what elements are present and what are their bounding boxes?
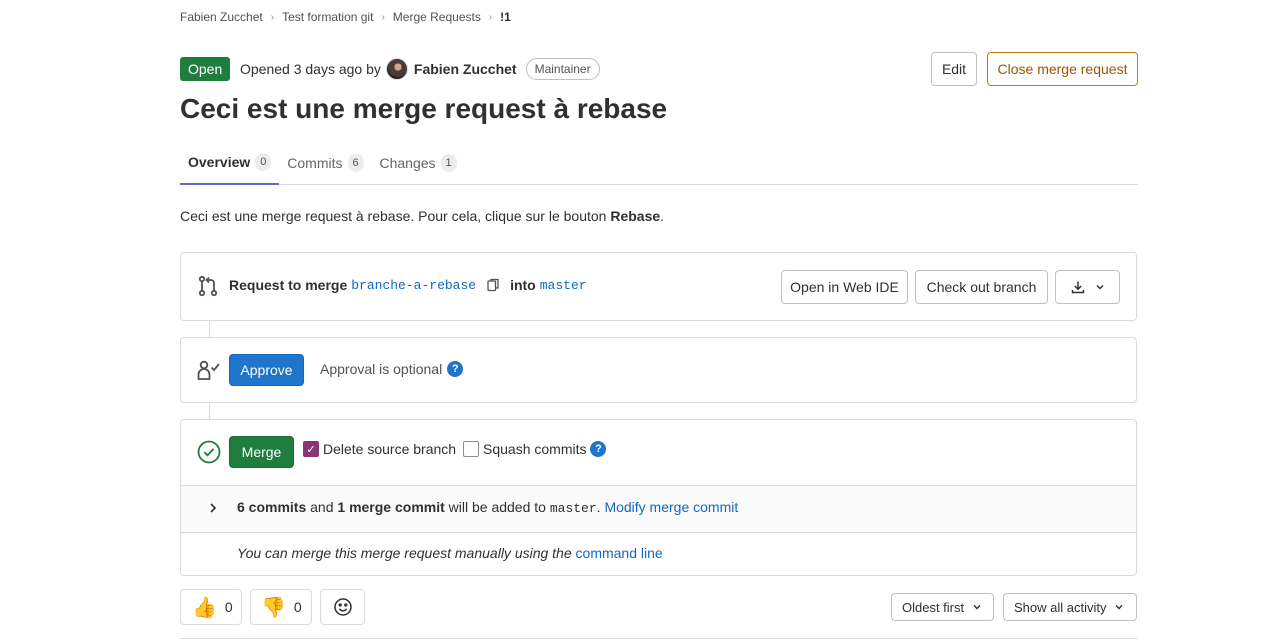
tab-label: Changes: [379, 155, 436, 171]
thumbs-down-count: 0: [293, 599, 302, 615]
dot-text: .: [596, 499, 601, 515]
modify-merge-commit-link[interactable]: Modify merge commit: [604, 499, 738, 515]
opened-text: Opened 3 days ago by: [240, 61, 381, 77]
thumbs-up-count: 0: [224, 599, 233, 615]
chevron-down-icon: [1115, 604, 1124, 610]
target-branch-link[interactable]: master: [540, 278, 587, 293]
download-icon: [1071, 281, 1084, 294]
breadcrumb-item-project[interactable]: Test formation git: [282, 10, 373, 24]
breadcrumb-item-namespace[interactable]: Fabien Zucchet: [180, 10, 263, 24]
open-web-ide-button[interactable]: Open in Web IDE: [781, 270, 908, 304]
squash-commits-checkbox[interactable]: [463, 441, 479, 457]
command-line-link[interactable]: command line: [576, 545, 663, 561]
tab-count-badge: 0: [255, 153, 272, 171]
approval-icon: [197, 360, 220, 380]
manual-merge-text: You can merge this merge request manuall…: [237, 545, 572, 561]
delete-source-branch-option[interactable]: ✓ Delete source branch: [303, 440, 456, 458]
manual-merge-hint: You can merge this merge request manuall…: [237, 545, 663, 561]
breadcrumb-item-mr-id[interactable]: !1: [500, 10, 511, 24]
avatar[interactable]: [385, 58, 408, 80]
smiley-icon: [333, 598, 352, 616]
author-name[interactable]: Fabien Zucchet: [414, 61, 517, 77]
connector-line: [209, 321, 210, 337]
chevron-right-icon: ›: [381, 11, 385, 23]
sort-order-label: Oldest first: [902, 599, 965, 615]
thumbs-down-icon: 👎: [261, 595, 286, 619]
role-badge: Maintainer: [525, 58, 600, 80]
copy-icon[interactable]: [486, 278, 500, 292]
request-to-merge-label: Request to merge: [229, 277, 348, 293]
divider: [180, 638, 1137, 639]
page-title: Ceci est une merge request à rebase: [180, 93, 668, 124]
thumbs-down-button[interactable]: 👎 0: [250, 589, 312, 625]
chevron-right-icon: ›: [488, 11, 493, 23]
approval-optional-text: Approval is optional: [320, 361, 443, 377]
target-branch: master: [549, 501, 597, 516]
check-out-branch-button[interactable]: Check out branch: [915, 270, 1048, 304]
chevron-down-icon: [973, 604, 981, 610]
and-text: and: [310, 499, 334, 515]
thumbs-up-button[interactable]: 👍 0: [180, 589, 242, 625]
thumbs-up-icon: 👍: [192, 595, 217, 619]
added-to-text: will be added to: [448, 499, 546, 515]
question-mark-icon[interactable]: ?: [590, 441, 607, 457]
tab-overview[interactable]: Overview 0: [180, 141, 280, 185]
tab-count-badge: 6: [347, 154, 364, 172]
tab-label: Overview: [188, 154, 251, 170]
description-text: Ceci est une merge request à rebase. Pou…: [180, 208, 611, 224]
breadcrumb: Fabien Zucchet › Test formation git › Me…: [180, 9, 511, 25]
delete-source-branch-label: Delete source branch: [323, 441, 457, 457]
merge-button[interactable]: Merge: [229, 436, 294, 468]
tab-changes[interactable]: Changes 1: [372, 141, 465, 185]
squash-commits-option[interactable]: Squash commits ?: [463, 440, 607, 458]
mr-description: Ceci est une merge request à rebase. Pou…: [180, 208, 664, 224]
close-merge-request-button[interactable]: Close merge request: [987, 52, 1138, 86]
delete-source-branch-checkbox[interactable]: ✓: [303, 441, 319, 457]
tab-commits[interactable]: Commits 6: [279, 141, 371, 185]
edit-button[interactable]: Edit: [931, 52, 977, 86]
breadcrumb-item-merge-requests[interactable]: Merge Requests: [393, 10, 481, 24]
tabs: Overview 0 Commits 6 Changes 1: [180, 141, 1138, 185]
activity-filter-dropdown[interactable]: Show all activity: [1003, 593, 1137, 621]
description-bold: Rebase: [610, 208, 661, 224]
check-circle-icon: [197, 440, 221, 464]
merge-request-icon: [198, 275, 218, 297]
chevron-right-icon: ›: [270, 11, 275, 23]
add-reaction-button[interactable]: [320, 589, 365, 625]
chevron-down-icon: [1095, 284, 1104, 290]
description-end: .: [660, 208, 665, 224]
status-badge: Open: [180, 57, 231, 81]
opened-info: Opened 3 days ago by Fabien Zucchet Main…: [240, 57, 600, 81]
merge-info-text: Request to merge branche-a-rebase into m…: [229, 277, 587, 293]
sort-order-dropdown[interactable]: Oldest first: [891, 593, 994, 621]
approve-button[interactable]: Approve: [229, 354, 304, 386]
source-branch-link[interactable]: branche-a-rebase: [351, 278, 476, 293]
into-label: into: [510, 277, 536, 293]
activity-filter-label: Show all activity: [1014, 599, 1107, 615]
squash-commits-label: Squash commits: [483, 441, 587, 457]
connector-line: [209, 403, 210, 419]
download-dropdown-button[interactable]: [1055, 270, 1120, 304]
commits-summary-text: 6 commits and 1 merge commit will be add…: [237, 499, 738, 516]
merge-commit-count: 1 merge commit: [337, 499, 445, 515]
tab-count-badge: 1: [440, 154, 457, 172]
chevron-right-icon[interactable]: [208, 502, 218, 514]
commits-count: 6 commits: [237, 499, 307, 515]
question-mark-icon[interactable]: ?: [447, 361, 464, 377]
tab-label: Commits: [287, 155, 343, 171]
approval-status: Approval is optional ?: [320, 361, 464, 377]
